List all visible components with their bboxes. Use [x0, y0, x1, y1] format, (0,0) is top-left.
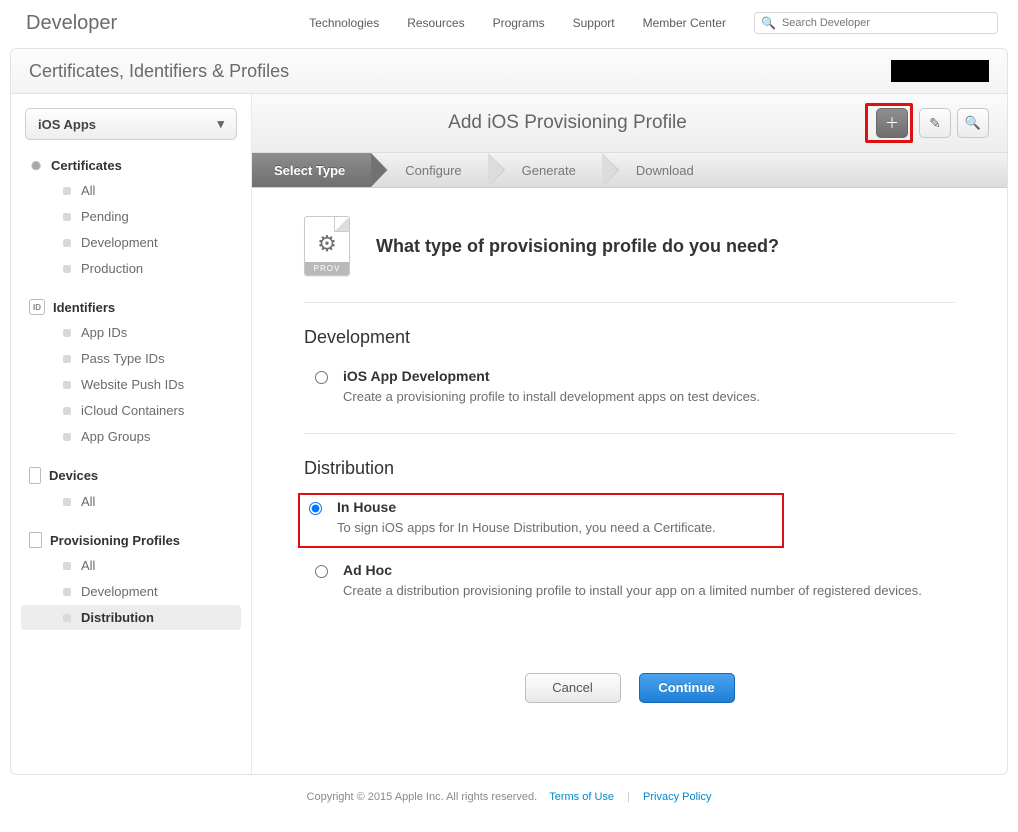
- nav-support[interactable]: Support: [573, 16, 615, 30]
- page-title: Certificates, Identifiers & Profiles: [29, 61, 289, 82]
- sidebar: iOS Apps ▾ ✺ Certificates All Pending De…: [11, 94, 252, 774]
- platform-select-label: iOS Apps: [38, 117, 96, 132]
- sidebar-group-title: Identifiers: [53, 300, 115, 315]
- nav-programs[interactable]: Programs: [493, 16, 545, 30]
- add-button[interactable]: ＋: [876, 108, 908, 138]
- nav-resources[interactable]: Resources: [407, 16, 464, 30]
- platform-select[interactable]: iOS Apps ▾: [25, 108, 237, 140]
- step-configure[interactable]: Configure: [371, 153, 487, 187]
- sidebar-item-cert-pending[interactable]: Pending: [21, 204, 241, 229]
- option-title: iOS App Development: [343, 368, 760, 384]
- sidebar-group-devices: Devices All: [11, 463, 251, 514]
- wizard-steps: Select Type Configure Generate Download: [252, 153, 1007, 188]
- content-heading: What type of provisioning profile do you…: [376, 236, 779, 257]
- radio-ad-hoc[interactable]: [315, 565, 328, 578]
- edit-button[interactable]: ✎: [919, 108, 951, 138]
- step-select-type[interactable]: Select Type: [252, 153, 371, 187]
- sidebar-group-certificates: ✺ Certificates All Pending Development P…: [11, 154, 251, 281]
- sidebar-group-provisioning: Provisioning Profiles All Development Di…: [11, 528, 251, 630]
- search-input[interactable]: [780, 16, 991, 30]
- sidebar-item-prov-all[interactable]: All: [21, 553, 241, 578]
- gear-icon: ⚙: [317, 231, 337, 257]
- main-title: Add iOS Provisioning Profile: [270, 112, 865, 134]
- radio-in-house[interactable]: [309, 502, 322, 515]
- main-content: ⚙ PROV What type of provisioning profile…: [252, 188, 1007, 731]
- rosette-icon: ✺: [29, 159, 43, 173]
- sidebar-item-icloud-containers[interactable]: iCloud Containers: [21, 398, 241, 423]
- brand-label[interactable]: Developer: [26, 12, 117, 35]
- search-field-wrap[interactable]: 🔍: [754, 12, 998, 34]
- add-button-highlight: ＋: [865, 103, 913, 143]
- search-button[interactable]: 🔍: [957, 108, 989, 138]
- sidebar-group-title: Devices: [49, 468, 98, 483]
- main-panel: Add iOS Provisioning Profile ＋ ✎ 🔍 Selec…: [252, 94, 1007, 774]
- nav-member-center[interactable]: Member Center: [643, 16, 726, 30]
- document-icon: [29, 532, 42, 548]
- prov-tag: PROV: [305, 262, 349, 275]
- id-icon: ID: [29, 299, 45, 315]
- sidebar-item-app-groups[interactable]: App Groups: [21, 424, 241, 449]
- sidebar-item-cert-all[interactable]: All: [21, 178, 241, 203]
- nav-technologies[interactable]: Technologies: [309, 16, 379, 30]
- continue-button[interactable]: Continue: [639, 673, 735, 703]
- sidebar-group-title: Certificates: [51, 158, 122, 173]
- button-row: Cancel Continue: [304, 673, 955, 703]
- step-generate[interactable]: Generate: [488, 153, 602, 187]
- sidebar-group-title: Provisioning Profiles: [50, 533, 180, 548]
- page-shell: Certificates, Identifiers & Profiles iOS…: [10, 48, 1008, 775]
- shell-header: Certificates, Identifiers & Profiles: [11, 49, 1007, 94]
- sidebar-item-devices-all[interactable]: All: [21, 489, 241, 514]
- divider: [304, 433, 955, 434]
- section-development-title: Development: [304, 327, 955, 348]
- step-download[interactable]: Download: [602, 153, 720, 187]
- intro-row: ⚙ PROV What type of provisioning profile…: [304, 206, 955, 303]
- footer-privacy[interactable]: Privacy Policy: [643, 791, 711, 803]
- sidebar-item-website-push-ids[interactable]: Website Push IDs: [21, 372, 241, 397]
- section-distribution-title: Distribution: [304, 458, 955, 479]
- option-title: Ad Hoc: [343, 562, 922, 578]
- sidebar-item-pass-type-ids[interactable]: Pass Type IDs: [21, 346, 241, 371]
- top-nav: Developer Technologies Resources Program…: [0, 0, 1018, 42]
- option-title: In House: [337, 499, 716, 515]
- option-desc: Create a provisioning profile to install…: [343, 388, 760, 407]
- sidebar-item-cert-development[interactable]: Development: [21, 230, 241, 255]
- top-nav-links: Technologies Resources Programs Support …: [309, 16, 726, 30]
- copyright-text: Copyright © 2015 Apple Inc. All rights r…: [307, 791, 538, 803]
- option-in-house[interactable]: In House To sign iOS apps for In House D…: [298, 493, 784, 548]
- footer-terms[interactable]: Terms of Use: [549, 791, 614, 803]
- edit-icon: ✎: [929, 115, 941, 132]
- radio-ios-app-development[interactable]: [315, 371, 328, 384]
- plus-icon: ＋: [885, 113, 899, 133]
- search-icon: 🔍: [965, 115, 981, 131]
- sidebar-item-app-ids[interactable]: App IDs: [21, 320, 241, 345]
- option-ios-app-development[interactable]: iOS App Development Create a provisionin…: [304, 362, 955, 419]
- option-desc: Create a distribution provisioning profi…: [343, 582, 922, 601]
- device-icon: [29, 467, 41, 484]
- chevron-down-icon: ▾: [217, 116, 224, 132]
- account-badge[interactable]: [891, 60, 989, 82]
- footer: Copyright © 2015 Apple Inc. All rights r…: [0, 775, 1018, 823]
- cancel-button[interactable]: Cancel: [525, 673, 621, 703]
- option-desc: To sign iOS apps for In House Distributi…: [337, 519, 716, 538]
- sidebar-item-prov-distribution[interactable]: Distribution: [21, 605, 241, 630]
- sidebar-item-cert-production[interactable]: Production: [21, 256, 241, 281]
- main-header: Add iOS Provisioning Profile ＋ ✎ 🔍: [252, 94, 1007, 153]
- sidebar-group-identifiers: ID Identifiers App IDs Pass Type IDs Web…: [11, 295, 251, 449]
- sidebar-item-prov-development[interactable]: Development: [21, 579, 241, 604]
- search-icon: 🔍: [761, 16, 776, 30]
- option-ad-hoc[interactable]: Ad Hoc Create a distribution provisionin…: [304, 556, 955, 613]
- provisioning-file-icon: ⚙ PROV: [304, 216, 350, 276]
